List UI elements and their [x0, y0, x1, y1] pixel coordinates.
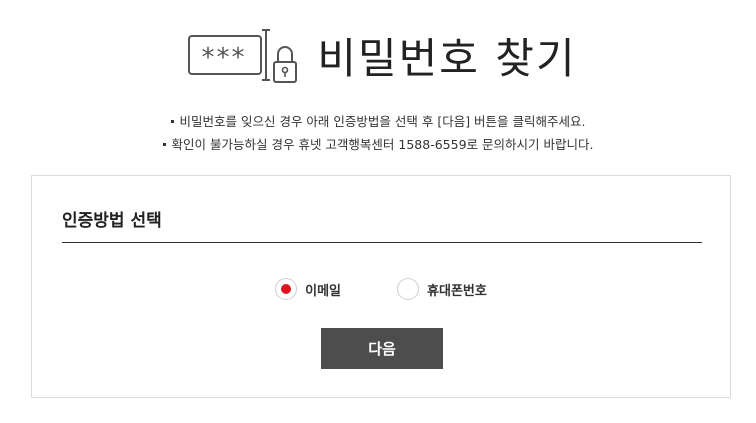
find-password-page: *** 비밀번호 찾기 비밀번호를 잊으신 경우 아래 인증방법을 선택 후 [… [0, 0, 756, 423]
bullet-icon [170, 120, 174, 123]
phone-option[interactable]: 휴대폰번호 [397, 278, 487, 300]
email-option[interactable]: 이메일 [275, 278, 341, 300]
page-header: *** 비밀번호 찾기 [0, 26, 756, 92]
auth-method-panel: 인증방법 선택 이메일 휴대폰번호 다음 [31, 175, 731, 398]
radio-selected-dot [281, 284, 292, 294]
instruction-note: 확인이 불가능하실 경우 휴넷 고객행복센터 1588-6559로 문의하시기 … [0, 133, 756, 156]
email-radio[interactable] [275, 278, 298, 300]
auth-method-options: 이메일 휴대폰번호 [32, 278, 730, 300]
page-title: 비밀번호 찾기 [317, 34, 577, 83]
next-button[interactable]: 다음 [321, 328, 443, 369]
svg-text:***: *** [202, 43, 247, 73]
phone-option-label: 휴대폰번호 [427, 283, 487, 299]
password-lock-icon: *** [179, 26, 317, 92]
instruction-note: 비밀번호를 잊으신 경우 아래 인증방법을 선택 후 [다음] 버튼을 클릭해주… [0, 110, 756, 133]
auth-method-heading: 인증방법 선택 [62, 206, 702, 243]
bullet-icon [162, 143, 166, 146]
instruction-notes: 비밀번호를 잊으신 경우 아래 인증방법을 선택 후 [다음] 버튼을 클릭해주… [0, 110, 756, 156]
phone-radio[interactable] [397, 278, 420, 300]
email-option-label: 이메일 [305, 283, 342, 299]
